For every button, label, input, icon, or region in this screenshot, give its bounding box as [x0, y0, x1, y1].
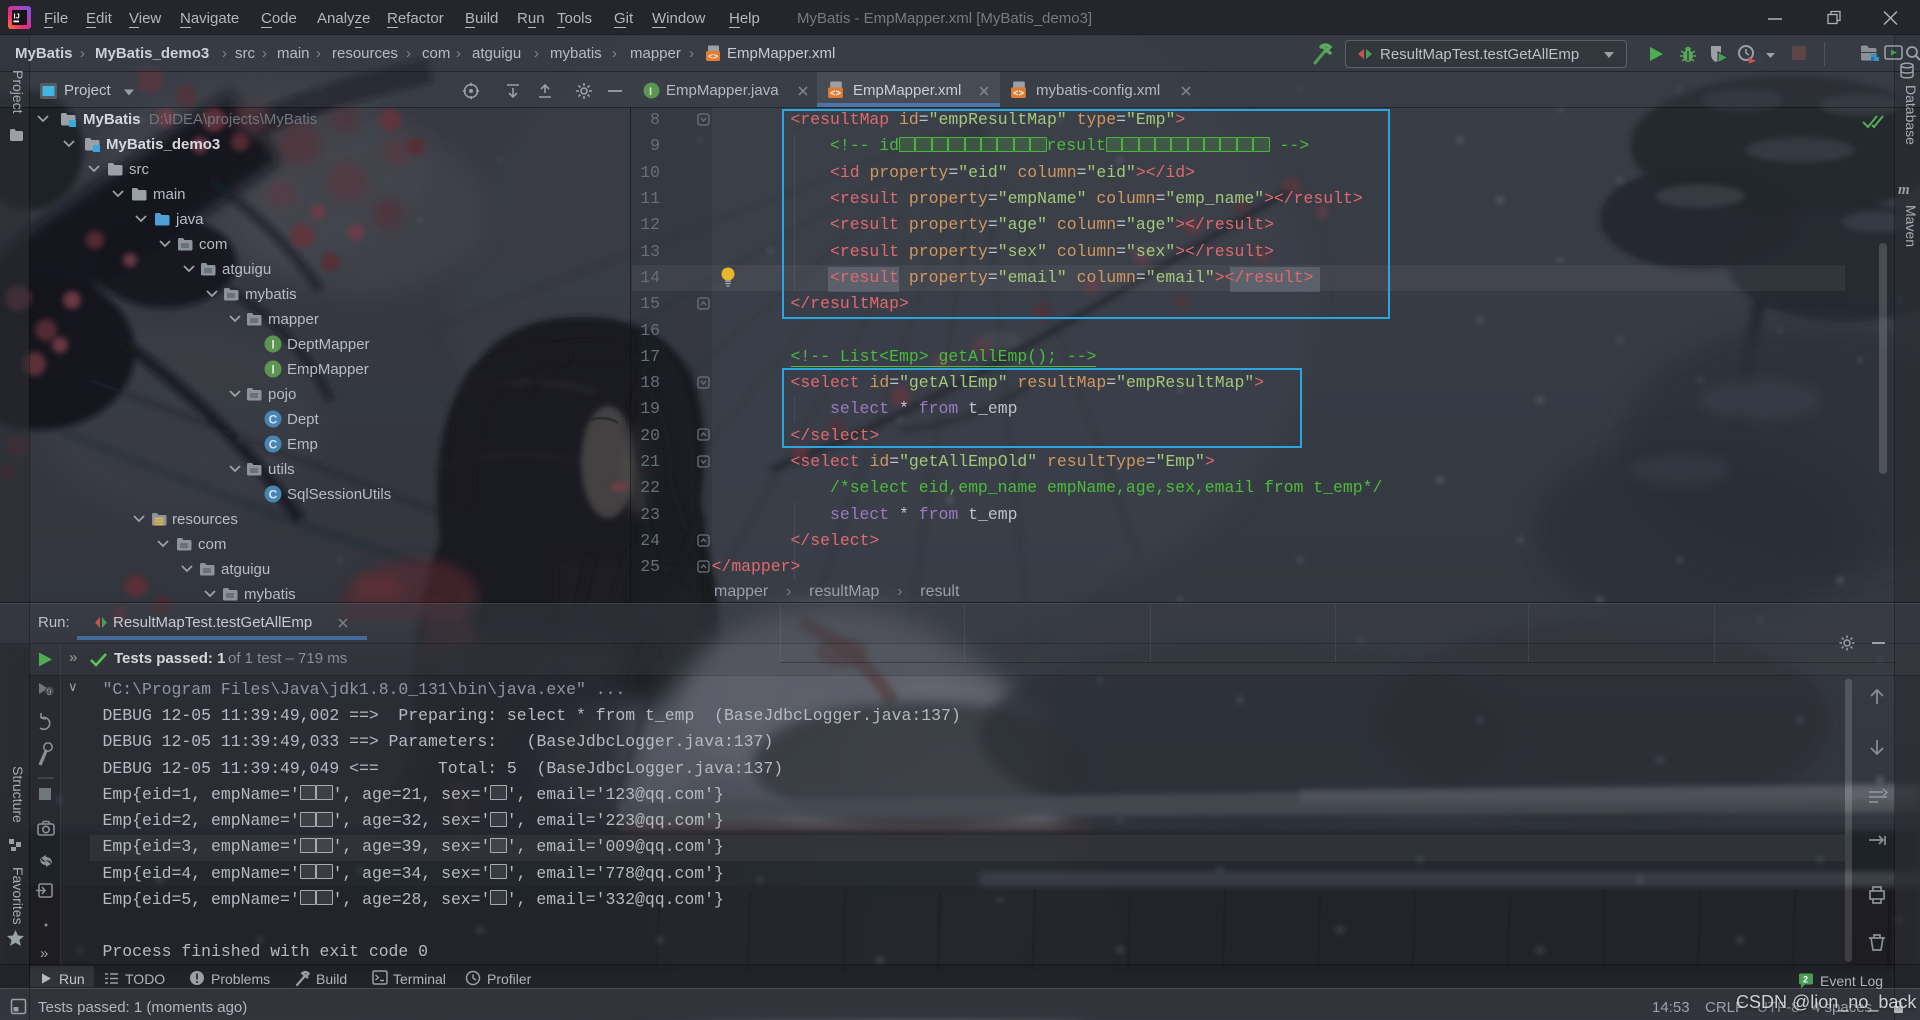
svg-text:I: I: [649, 86, 652, 98]
svg-text:I: I: [271, 363, 274, 377]
svg-text:<>: <>: [830, 89, 841, 99]
svg-text:C: C: [269, 438, 278, 452]
svg-text:9: 9: [47, 687, 52, 697]
svg-text:<>: <>: [1013, 89, 1024, 99]
svg-text:C: C: [269, 413, 278, 427]
svg-text:I: I: [271, 338, 274, 352]
svg-text:IJ: IJ: [14, 12, 20, 21]
svg-text:2: 2: [1803, 975, 1808, 985]
svg-text:C: C: [269, 488, 278, 502]
svg-text:<>: <>: [708, 52, 718, 62]
